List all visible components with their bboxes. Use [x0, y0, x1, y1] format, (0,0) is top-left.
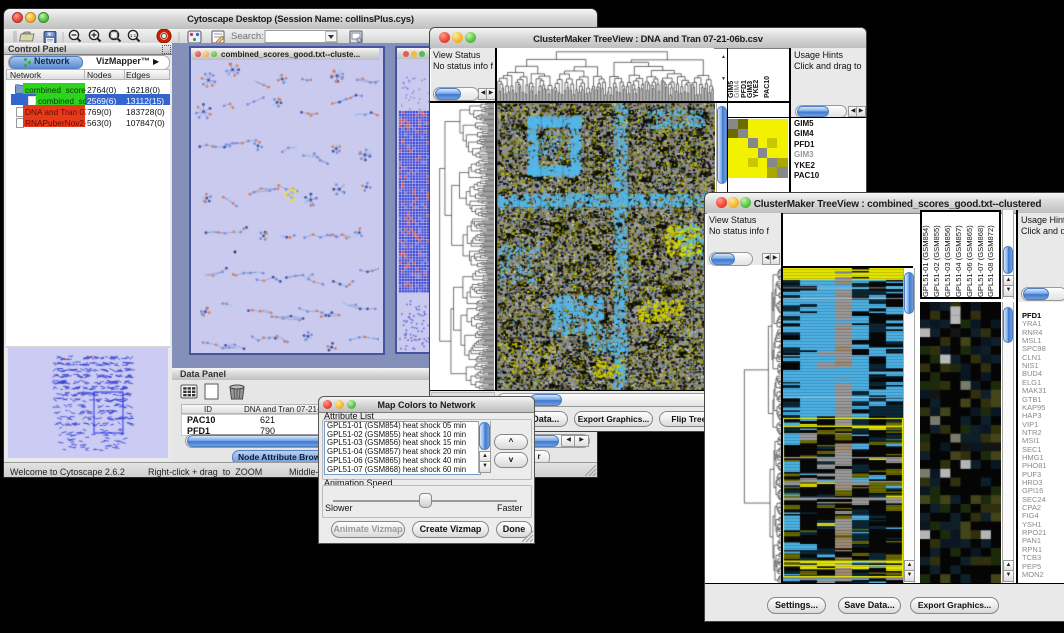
svg-text:1:1: 1:1	[130, 33, 137, 38]
svg-text:Search:: Search:	[231, 31, 264, 42]
